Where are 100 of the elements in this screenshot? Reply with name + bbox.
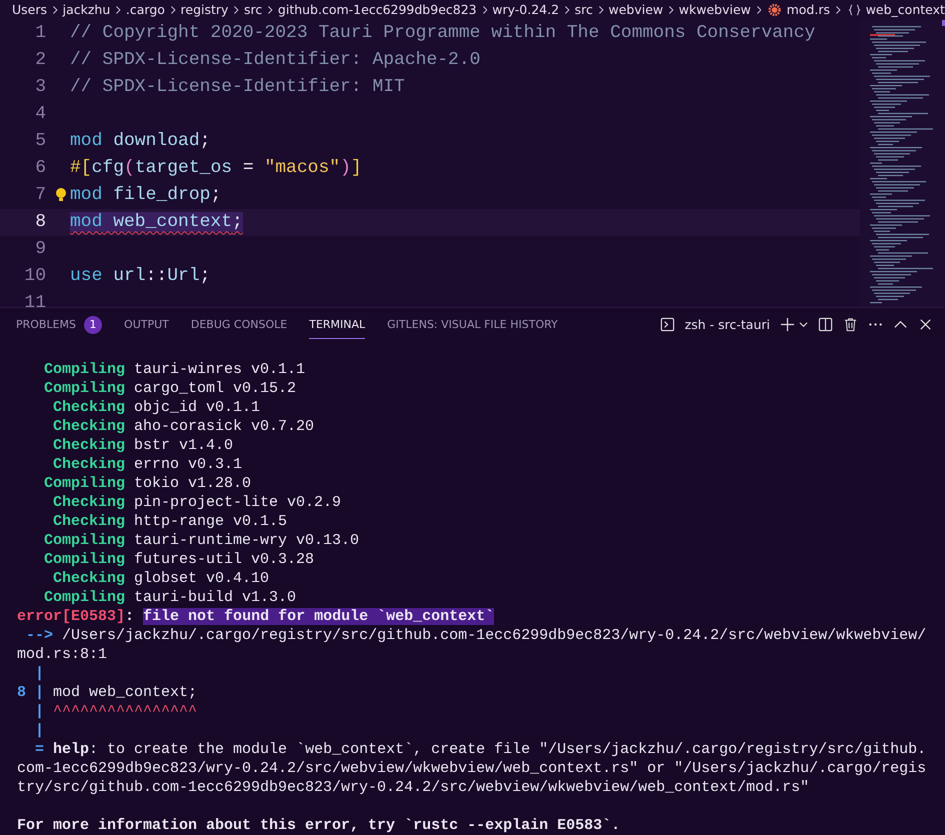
code-punctuation: ( bbox=[124, 158, 135, 178]
code-identifier: download bbox=[112, 131, 200, 152]
line-number: 8 bbox=[34, 212, 46, 232]
split-icon[interactable] bbox=[818, 317, 833, 332]
terminal-text: globset v0.4.10 bbox=[133, 570, 270, 587]
breadcrumb-item[interactable]: webview bbox=[608, 2, 664, 18]
line-number: 4 bbox=[34, 104, 46, 124]
panel-tab[interactable]: OUTPUT bbox=[124, 310, 169, 339]
code-identifier: file_drop bbox=[112, 185, 210, 206]
code-attribute: ] bbox=[350, 158, 362, 178]
terminal-text: tauri-winres v0.1.1 bbox=[133, 361, 306, 378]
error-label: error[E0583] bbox=[17, 608, 126, 625]
status-verb: Checking bbox=[52, 569, 125, 588]
code-comment: // SPDX-License-Identifier: MIT bbox=[70, 77, 405, 98]
status-verb: Checking bbox=[52, 436, 125, 455]
terminal-text: com-1ecc6299db9ec823/wry-0.24.2/src/webview/wkwebview/web_context.rs" or "/Users/jackzhu/.cargo/regis bbox=[17, 760, 926, 777]
line-number: 7 bbox=[34, 185, 46, 206]
gutter-marker: | bbox=[34, 722, 44, 739]
chevron-right-icon bbox=[756, 4, 762, 15]
terminal-text: : to create the module `web_context`, create file "/Users/jackzhu/.cargo/registry/src/github. bbox=[89, 741, 926, 758]
breadcrumb-item[interactable]: jackzhu bbox=[62, 2, 110, 18]
breadcrumb-item[interactable]: .cargo bbox=[126, 2, 165, 18]
chevron-right-icon bbox=[115, 4, 121, 15]
breadcrumb-item[interactable]: github.com-1ecc6299db9ec823 bbox=[278, 2, 477, 18]
line-number: 10 bbox=[23, 266, 46, 286]
gear-icon bbox=[768, 2, 782, 17]
gutter-marker: | bbox=[34, 665, 44, 682]
panel-tab[interactable]: PROBLEMS 1 bbox=[16, 308, 102, 342]
terminal-text: objc_id v0.1.1 bbox=[133, 399, 260, 416]
terminal-text: futures-util v0.3.28 bbox=[133, 551, 314, 568]
status-verb: Checking bbox=[52, 512, 125, 531]
chevron-down-icon[interactable] bbox=[799, 320, 808, 329]
error-message: file not found for module `web_context` bbox=[143, 608, 494, 625]
code-comment: // Copyright 2020-2023 Tauri Programme within The Commons Conservancy bbox=[70, 23, 816, 44]
status-verb: Compiling bbox=[44, 360, 125, 379]
breadcrumb-item[interactable]: src bbox=[244, 2, 262, 18]
breadcrumb-item[interactable]: mod.rs bbox=[786, 2, 830, 18]
line-number: 3 bbox=[34, 77, 46, 98]
line-number: 5 bbox=[34, 131, 46, 152]
terminal-text: tokio v1.28.0 bbox=[133, 475, 252, 492]
gutter-marker: 8 | bbox=[17, 684, 44, 701]
terminal-text: http-range v0.1.5 bbox=[133, 513, 288, 530]
panel-tab[interactable]: DEBUG CONSOLE bbox=[190, 310, 288, 339]
status-verb: Compiling bbox=[44, 531, 125, 550]
status-verb: Checking bbox=[52, 398, 125, 417]
chevron-right-icon bbox=[52, 4, 58, 15]
lightbulb-icon[interactable] bbox=[55, 187, 67, 204]
plus-icon[interactable] bbox=[780, 317, 795, 332]
gutter-marker: | bbox=[34, 703, 44, 720]
breadcrumb-item[interactable]: wry-0.24.2 bbox=[492, 2, 560, 18]
status-verb: Compiling bbox=[44, 474, 125, 493]
code-comment: // SPDX-License-Identifier: Apache-2.0 bbox=[70, 50, 480, 70]
breadcrumb-item[interactable]: Users bbox=[12, 2, 48, 18]
breadcrumb-item[interactable]: wkwebview bbox=[678, 2, 751, 18]
code-identifier: target_os bbox=[134, 158, 232, 178]
status-verb: Compiling bbox=[44, 379, 125, 398]
code-punctuation: ; bbox=[210, 185, 222, 206]
line-number: 9 bbox=[34, 239, 46, 260]
chevron-right-icon bbox=[834, 4, 841, 15]
terminal-text: mod.rs:8:1 bbox=[17, 646, 108, 663]
code-string: "macos" bbox=[264, 158, 340, 178]
terminal-text: bstr v1.4.0 bbox=[133, 437, 234, 454]
code-punctuation: :: bbox=[146, 266, 168, 286]
terminal-text: tauri-build v1.3.0 bbox=[133, 589, 296, 606]
breadcrumb-item[interactable]: web_context bbox=[866, 2, 945, 18]
status-verb: Checking bbox=[52, 493, 125, 512]
line-number: 2 bbox=[34, 50, 46, 70]
panel-tab[interactable]: GITLENS: VISUAL FILE HISTORY bbox=[387, 310, 558, 339]
terminal-text: aho-corasick v0.7.20 bbox=[133, 418, 314, 435]
line-number: 6 bbox=[34, 158, 46, 178]
status-verb: Checking bbox=[52, 455, 125, 474]
terminal-text: pin-project-lite v0.2.9 bbox=[133, 494, 342, 511]
terminal-text: For more information about this error, try `rustc --explain E0583`. bbox=[17, 817, 620, 834]
line-number: 1 bbox=[34, 23, 46, 44]
code-keyword: mod bbox=[70, 212, 102, 232]
panel-tab[interactable]: TERMINAL bbox=[309, 310, 366, 339]
count-badge: 1 bbox=[84, 316, 102, 334]
code-punctuation: ; bbox=[200, 266, 210, 286]
terminal-text: : bbox=[125, 608, 136, 625]
chevron-right-icon bbox=[564, 4, 570, 15]
terminal-icon bbox=[660, 317, 675, 332]
code-identifier: web_context bbox=[112, 212, 232, 232]
breadcrumb-item[interactable]: registry bbox=[180, 2, 228, 18]
close-icon[interactable] bbox=[918, 317, 933, 332]
terminal-text: mod web_context; bbox=[52, 684, 198, 701]
line-number: 11 bbox=[23, 293, 46, 307]
chevron-right-icon bbox=[233, 4, 240, 15]
terminal-text: help bbox=[52, 741, 90, 758]
breadcrumb-item[interactable]: src bbox=[574, 2, 593, 18]
code-identifier: url bbox=[112, 266, 146, 286]
code-keyword: use bbox=[70, 266, 102, 286]
chevron-right-icon bbox=[267, 4, 273, 15]
terminal-text: tauri-runtime-wry v0.13.0 bbox=[133, 532, 360, 549]
code-identifier: Url bbox=[167, 266, 200, 286]
code-keyword: mod bbox=[70, 131, 102, 152]
trash-icon[interactable] bbox=[843, 317, 858, 332]
chevron-right-icon bbox=[482, 4, 488, 15]
chevron-right-icon bbox=[668, 4, 674, 15]
code-keyword: mod bbox=[70, 185, 102, 206]
terminal-name[interactable]: zsh - src-tauri bbox=[684, 317, 770, 332]
